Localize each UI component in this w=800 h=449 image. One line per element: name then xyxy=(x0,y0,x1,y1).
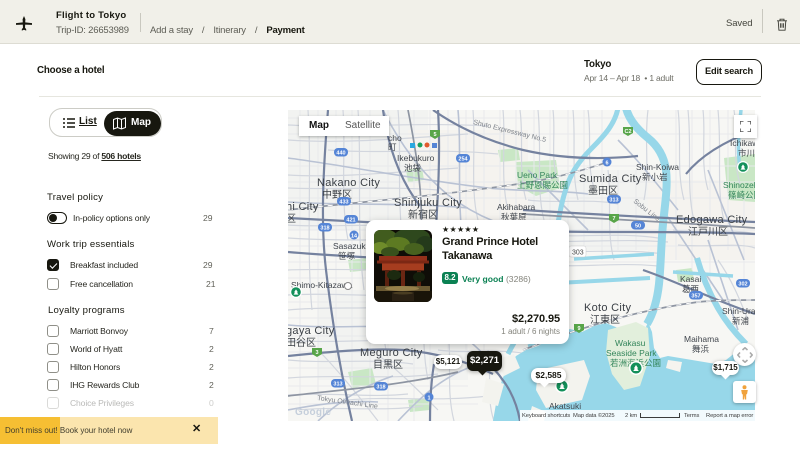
svg-text:Ueno Park: Ueno Park xyxy=(517,170,558,180)
svg-text:3: 3 xyxy=(315,350,318,356)
svg-text:Shinjuku City: Shinjuku City xyxy=(394,197,462,209)
svg-text:Shin-Urayas: Shin-Urayas xyxy=(722,306,755,316)
svg-text:上野恩賜公園: 上野恩賜公園 xyxy=(517,180,568,190)
svg-text:318: 318 xyxy=(320,226,329,232)
svg-text:Koto City: Koto City xyxy=(584,302,632,314)
svg-text:9: 9 xyxy=(577,326,580,332)
svg-text:新浦: 新浦 xyxy=(732,316,750,326)
svg-text:新小岩: 新小岩 xyxy=(642,172,668,182)
svg-text:Seaside Park: Seaside Park xyxy=(606,348,657,358)
svg-text:14: 14 xyxy=(351,234,358,240)
svg-text:hi City: hi City xyxy=(288,201,319,213)
svg-text:舞浜: 舞浜 xyxy=(692,344,710,354)
svg-text:区: 区 xyxy=(288,213,296,225)
svg-text:Shinozeki P: Shinozeki P xyxy=(723,180,755,190)
svg-text:江東区: 江東区 xyxy=(590,313,620,326)
svg-text:303: 303 xyxy=(572,250,584,257)
svg-text:Ichikawa: Ichikawa xyxy=(730,138,755,148)
svg-text:313: 313 xyxy=(609,198,618,204)
svg-text:50: 50 xyxy=(635,224,641,230)
svg-text:Edogawa City: Edogawa City xyxy=(676,214,748,226)
svg-text:Meguro City: Meguro City xyxy=(360,347,423,359)
svg-text:Nakano City: Nakano City xyxy=(317,177,380,189)
svg-text:Akihabara: Akihabara xyxy=(497,202,536,212)
svg-text:笹塚: 笹塚 xyxy=(338,251,356,261)
svg-text:町: 町 xyxy=(388,142,397,152)
svg-text:C2: C2 xyxy=(624,129,631,135)
svg-text:Shin-Koiwa: Shin-Koiwa xyxy=(636,162,679,172)
svg-text:Kasai: Kasai xyxy=(680,274,701,284)
svg-text:目黒区: 目黒区 xyxy=(373,359,403,371)
svg-text:gaya City: gaya City xyxy=(288,325,335,337)
svg-text:Ikebukuro: Ikebukuro xyxy=(397,153,435,163)
svg-text:6: 6 xyxy=(605,161,608,167)
svg-text:313: 313 xyxy=(333,382,342,388)
svg-text:Sumida City: Sumida City xyxy=(579,173,642,185)
svg-text:433: 433 xyxy=(339,200,348,206)
svg-text:7: 7 xyxy=(612,216,615,222)
svg-text:Wakasu: Wakasu xyxy=(615,338,646,348)
svg-text:5: 5 xyxy=(433,132,436,138)
svg-text:江戸川区: 江戸川区 xyxy=(688,226,728,238)
svg-text:篠崎公園: 篠崎公園 xyxy=(728,190,755,200)
svg-text:池袋: 池袋 xyxy=(404,163,422,173)
svg-text:市川: 市川 xyxy=(738,148,755,158)
svg-text:318: 318 xyxy=(376,385,385,391)
svg-text:302: 302 xyxy=(738,282,747,288)
svg-text:1: 1 xyxy=(427,396,430,402)
svg-text:田谷区: 田谷区 xyxy=(288,337,316,349)
svg-text:Sasazuka: Sasazuka xyxy=(333,241,371,251)
svg-text:254: 254 xyxy=(458,157,468,163)
svg-text:Maihama: Maihama xyxy=(684,334,719,344)
svg-text:440: 440 xyxy=(336,151,345,157)
svg-text:421: 421 xyxy=(346,218,355,224)
svg-text:357: 357 xyxy=(691,294,700,300)
